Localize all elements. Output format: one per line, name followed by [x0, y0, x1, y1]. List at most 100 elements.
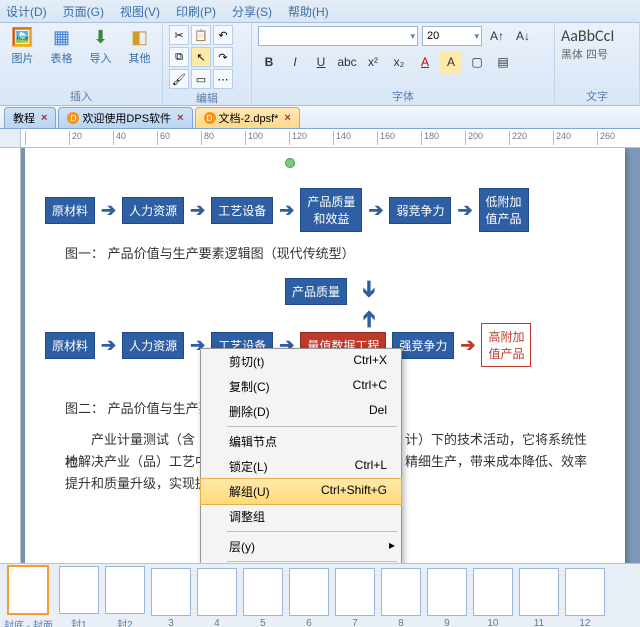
- tool-icon[interactable]: ▭: [191, 69, 211, 89]
- undo-icon[interactable]: ↶: [213, 25, 233, 45]
- thumb-page[interactable]: 封2: [105, 566, 145, 627]
- select-icon[interactable]: ↖: [191, 47, 211, 67]
- strike-button[interactable]: abc: [336, 51, 358, 73]
- group-label-edit: 编辑: [169, 89, 245, 107]
- ruler-corner: [0, 129, 21, 147]
- document-area: 原材料 ➔ 人力资源 ➔ 工艺设备 ➔ 产品质量 和效益 ➔ 弱竞争力 ➔ 低附加 值产品…: [0, 148, 640, 563]
- more-icon[interactable]: ⋯: [213, 69, 233, 89]
- thumb-cover[interactable]: 封底 - 封面: [4, 565, 53, 627]
- superscript-button[interactable]: x²: [362, 51, 384, 73]
- arrow-icon: ➔: [368, 200, 383, 221]
- ctx-layer[interactable]: 层(y): [201, 534, 401, 559]
- flow-box[interactable]: 产品质量 和效益: [300, 188, 362, 232]
- ctx-cut[interactable]: 剪切(t)Ctrl+X: [201, 349, 401, 374]
- group-label-font: 字体: [258, 87, 548, 105]
- page-canvas[interactable]: 原材料 ➔ 人力资源 ➔ 工艺设备 ➔ 产品质量 和效益 ➔ 弱竞争力 ➔ 低附加 值产品…: [25, 148, 625, 563]
- thumb-page[interactable]: 3: [151, 568, 191, 627]
- thumb-page[interactable]: 10: [473, 568, 513, 627]
- copy-icon[interactable]: ⧉: [169, 47, 189, 67]
- doc-tab-welcome[interactable]: D欢迎使用DPS软件×: [58, 107, 192, 128]
- ctx-copy[interactable]: 复制(C)Ctrl+C: [201, 374, 401, 399]
- import-button[interactable]: ⬇导入: [84, 25, 117, 66]
- ribbon-group-styles: AaBbCcI 黑体 四号 文字: [555, 23, 640, 105]
- bold-button[interactable]: B: [258, 51, 280, 73]
- insert-other-button[interactable]: ◧其他: [123, 25, 156, 66]
- context-menu: 剪切(t)Ctrl+X 复制(C)Ctrl+C 删除(D)Del 编辑节点 锁定…: [200, 348, 402, 563]
- thumb-page[interactable]: 12: [565, 568, 605, 627]
- char-border-button[interactable]: ▢: [466, 51, 488, 73]
- insert-picture-button[interactable]: 🖼️图片: [6, 25, 39, 66]
- close-icon[interactable]: ×: [177, 112, 183, 124]
- document-tab-bar: 教程× D欢迎使用DPS软件× D文档-2.dpsf*×: [0, 106, 640, 129]
- style-preview[interactable]: AaBbCcI: [561, 25, 633, 46]
- menu-print[interactable]: 印刷(P): [176, 3, 216, 20]
- body-text-line2a[interactable]: 地解决产业（品）工艺中: [65, 450, 208, 473]
- flow-box[interactable]: 工艺设备: [211, 197, 273, 224]
- arrow-icon: ➔: [457, 200, 472, 221]
- thumb-page[interactable]: 5: [243, 568, 283, 627]
- flow-box[interactable]: 原材料: [45, 332, 95, 359]
- flow-box[interactable]: 原材料: [45, 197, 95, 224]
- ctx-delete[interactable]: 删除(D)Del: [201, 399, 401, 424]
- shrink-font-button[interactable]: A↓: [512, 25, 534, 47]
- font-size-combo[interactable]: 20: [422, 26, 482, 46]
- cut-icon[interactable]: ✂: [169, 25, 189, 45]
- brush-icon[interactable]: 🖌: [169, 69, 189, 89]
- dps-icon: D: [204, 112, 216, 124]
- char-shading-button[interactable]: ▤: [492, 51, 514, 73]
- ribbon-group-edit: ✂📋↶ ⧉↖↷ 🖌▭⋯ 编辑: [163, 23, 252, 105]
- flow-box[interactable]: 人力资源: [122, 332, 184, 359]
- close-icon[interactable]: ×: [41, 112, 47, 124]
- thumb-page[interactable]: 4: [197, 568, 237, 627]
- thumb-page[interactable]: 6: [289, 568, 329, 627]
- figure-caption-2[interactable]: 图二： 产品价值与生产要: [65, 398, 212, 417]
- thumb-page[interactable]: 7: [335, 568, 375, 627]
- redo-icon[interactable]: ↷: [213, 47, 233, 67]
- paste-icon[interactable]: 📋: [191, 25, 211, 45]
- horizontal-ruler[interactable]: 2040608010012014016018020022024026028030…: [0, 129, 640, 148]
- italic-button[interactable]: I: [284, 51, 306, 73]
- thumb-page[interactable]: 11: [519, 568, 559, 627]
- thumb-page[interactable]: 9: [427, 568, 467, 627]
- doc-tab-tutorial[interactable]: 教程×: [4, 107, 56, 128]
- menu-bar: 设计(D) 页面(G) 视图(V) 印刷(P) 分享(S) 帮助(H): [0, 0, 640, 23]
- body-text-line3[interactable]: 提升和质量升级，实现提: [65, 472, 208, 495]
- highlight-button[interactable]: A: [440, 51, 462, 73]
- menu-help[interactable]: 帮助(H): [288, 3, 329, 20]
- body-text-line2b[interactable]: 精细生产，带来成本降低、效率: [405, 450, 587, 473]
- font-color-button[interactable]: A: [414, 51, 436, 73]
- doc-tab-current[interactable]: D文档-2.dpsf*×: [195, 107, 300, 128]
- flow-box[interactable]: 弱竞争力: [389, 197, 451, 224]
- figure-caption-1[interactable]: 图一： 产品价值与生产要素逻辑图（现代传统型）: [65, 243, 355, 262]
- group-label-styles: 文字: [561, 87, 633, 105]
- menu-design[interactable]: 设计(D): [6, 3, 47, 20]
- insert-table-button[interactable]: ▦表格: [45, 25, 78, 66]
- flow-box-quality[interactable]: 产品质量: [285, 278, 347, 305]
- vertical-ruler[interactable]: [0, 148, 21, 563]
- underline-button[interactable]: U: [310, 51, 332, 73]
- thumb-page[interactable]: 封1: [59, 566, 99, 627]
- arrow-icon: ➔: [101, 335, 116, 356]
- arrow-icon: ➔: [101, 200, 116, 221]
- flow-box-outline[interactable]: 高附加 值产品: [481, 323, 531, 367]
- menu-view[interactable]: 视图(V): [120, 3, 160, 20]
- grow-font-button[interactable]: A↑: [486, 25, 508, 47]
- ctx-ungroup[interactable]: 解组(U)Ctrl+Shift+G: [200, 478, 402, 505]
- close-icon[interactable]: ×: [284, 112, 290, 124]
- body-text-right[interactable]: 计）下的技术活动，它将系统性: [405, 428, 587, 451]
- menu-share[interactable]: 分享(S): [232, 3, 272, 20]
- ctx-lock[interactable]: 锁定(L)Ctrl+L: [201, 454, 401, 479]
- ctx-adjust-group[interactable]: 调整组: [201, 504, 401, 529]
- ctx-edit-node[interactable]: 编辑节点: [201, 429, 401, 454]
- ribbon-group-insert: 🖼️图片 ▦表格 ⬇导入 ◧其他 插入: [0, 23, 163, 105]
- font-name-combo[interactable]: [258, 26, 418, 46]
- flowchart-1[interactable]: 原材料➔ 人力资源➔ 工艺设备➔ 产品质量 和效益➔ 弱竞争力➔ 低附加 值产品: [45, 188, 529, 232]
- thumb-page[interactable]: 8: [381, 568, 421, 627]
- separator: [227, 561, 397, 562]
- menu-page[interactable]: 页面(G): [63, 3, 104, 20]
- selection-handle[interactable]: [285, 158, 295, 168]
- arrow-icon: ➔: [190, 200, 205, 221]
- flow-box[interactable]: 低附加 值产品: [479, 188, 529, 232]
- flow-box[interactable]: 人力资源: [122, 197, 184, 224]
- subscript-button[interactable]: x₂: [388, 51, 410, 73]
